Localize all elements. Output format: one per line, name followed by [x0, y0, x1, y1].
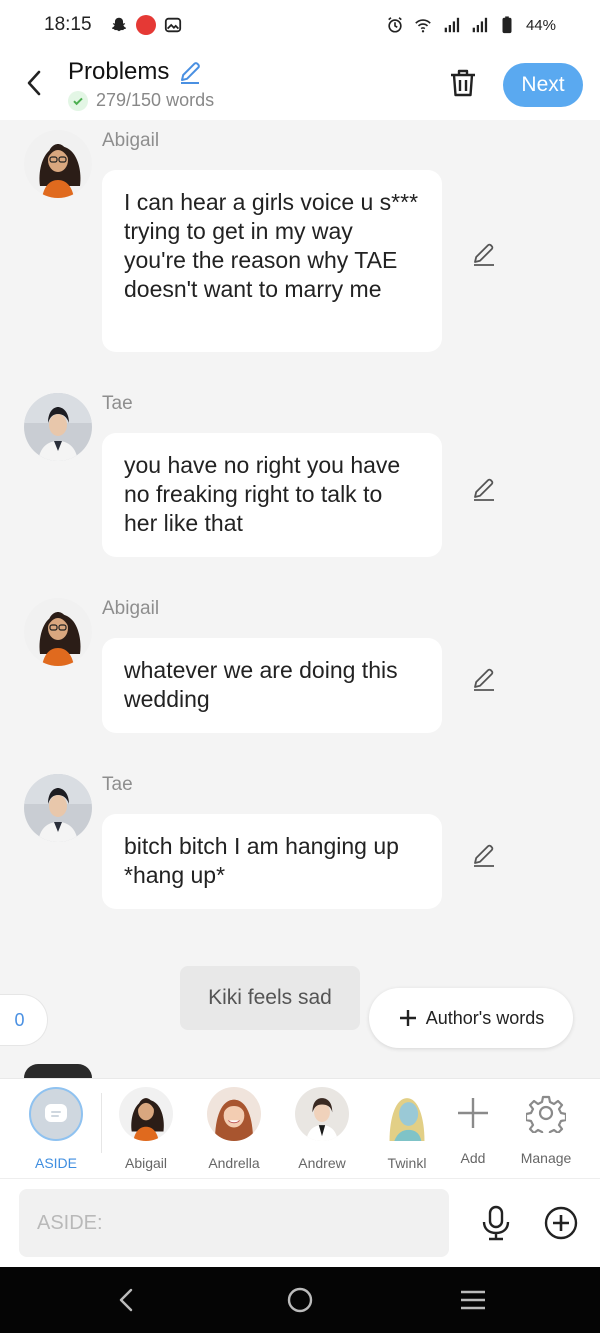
- message-bubble[interactable]: I can hear a girls voice u s*** trying t…: [102, 170, 442, 352]
- message-input[interactable]: ASIDE:: [19, 1189, 449, 1257]
- title-row: Problems: [68, 58, 214, 86]
- battery-icon: [502, 16, 512, 34]
- author-words-button[interactable]: Author's words: [369, 988, 573, 1048]
- message-bubble[interactable]: whatever we are doing this wedding: [102, 638, 442, 733]
- character-label: ASIDE: [34, 1155, 77, 1171]
- author-words-label: Author's words: [425, 1007, 545, 1028]
- next-button[interactable]: Next: [503, 63, 583, 107]
- avatar-tae-partial: [24, 1064, 92, 1078]
- battery-level: 44%: [525, 16, 556, 34]
- sender-name: Abigail: [102, 598, 160, 619]
- status-icons-left: [110, 15, 182, 35]
- character-bar: ASIDE Abigail Andrella Andrew Twinkl Add…: [0, 1078, 600, 1178]
- abigail-avatar: [119, 1087, 173, 1141]
- edit-icon[interactable]: [470, 475, 498, 503]
- sender-name: Abigail: [102, 130, 160, 151]
- sender-name: Tae: [102, 393, 133, 414]
- edit-icon[interactable]: [470, 841, 498, 869]
- wifi-icon: [415, 19, 431, 33]
- edit-title-icon[interactable]: [177, 59, 203, 85]
- manage-label: Manage: [520, 1150, 572, 1166]
- add-label: Add: [460, 1150, 486, 1166]
- edit-icon[interactable]: [470, 665, 498, 693]
- avatar-abigail[interactable]: [24, 130, 92, 198]
- gotv-icon: [135, 15, 156, 35]
- trash-icon[interactable]: [446, 66, 480, 100]
- avatar-tae[interactable]: [24, 393, 92, 461]
- twinkl-avatar: [380, 1087, 434, 1141]
- gallery-icon: [164, 17, 181, 33]
- sender-name: Tae: [102, 774, 133, 795]
- snapchat-icon: [111, 17, 126, 32]
- aside-chat-icon: [45, 1104, 67, 1122]
- signal-icon-2: [472, 17, 488, 33]
- back-arrow-icon[interactable]: [20, 68, 50, 98]
- edit-icon[interactable]: [470, 240, 498, 268]
- page-title: Problems: [68, 58, 170, 85]
- check-icon: [68, 90, 88, 111]
- aside-avatar: [29, 1087, 83, 1141]
- alarm-icon: [388, 17, 402, 33]
- character-aside[interactable]: ASIDE: [16, 1087, 96, 1171]
- message-count-badge[interactable]: 0: [0, 994, 48, 1046]
- status-icons-right: 44%: [386, 16, 556, 34]
- status-time: 18:15: [44, 14, 92, 35]
- word-count: 279/150 words: [96, 90, 215, 110]
- andrella-avatar: [207, 1087, 261, 1141]
- divider: [101, 1093, 102, 1153]
- character-label: Andrella: [208, 1155, 260, 1171]
- narration-bubble[interactable]: Kiki feels sad: [180, 966, 360, 1030]
- message-bubble[interactable]: you have no right you have no freaking r…: [102, 433, 442, 557]
- microphone-icon[interactable]: [479, 1205, 513, 1241]
- chat-area[interactable]: Abigail I can hear a girls voice u s*** …: [0, 120, 600, 1078]
- add-icon: [458, 1098, 488, 1128]
- header: Problems 279/150 words Next: [0, 50, 600, 120]
- status-bar: 18:15 44%: [0, 0, 600, 50]
- manage-characters-button[interactable]: Manage: [506, 1087, 586, 1166]
- message-bubble[interactable]: bitch bitch I am hanging up *hang up*: [102, 814, 442, 909]
- nav-home-icon[interactable]: [285, 1285, 315, 1315]
- input-bar: ASIDE:: [0, 1178, 600, 1267]
- add-circle-icon[interactable]: [543, 1205, 579, 1241]
- add-character-button[interactable]: Add: [433, 1087, 513, 1166]
- gear-icon: [524, 1095, 568, 1139]
- character-label: Abigail: [124, 1155, 168, 1171]
- avatar-abigail[interactable]: [24, 598, 92, 666]
- character-andrew[interactable]: Andrew: [282, 1087, 362, 1171]
- character-label: Andrew: [298, 1155, 346, 1171]
- character-abigail[interactable]: Abigail: [106, 1087, 186, 1171]
- signal-icon: [444, 17, 460, 33]
- title-block: Problems 279/150 words: [68, 58, 214, 111]
- andrew-avatar: [295, 1087, 349, 1141]
- nav-back-icon[interactable]: [112, 1285, 142, 1315]
- system-nav-bar: [0, 1267, 600, 1333]
- avatar-tae[interactable]: [24, 774, 92, 842]
- nav-menu-icon[interactable]: [458, 1285, 488, 1315]
- word-count-row: 279/150 words: [68, 90, 214, 111]
- plus-icon: [399, 1010, 416, 1026]
- character-andrella[interactable]: Andrella: [194, 1087, 274, 1171]
